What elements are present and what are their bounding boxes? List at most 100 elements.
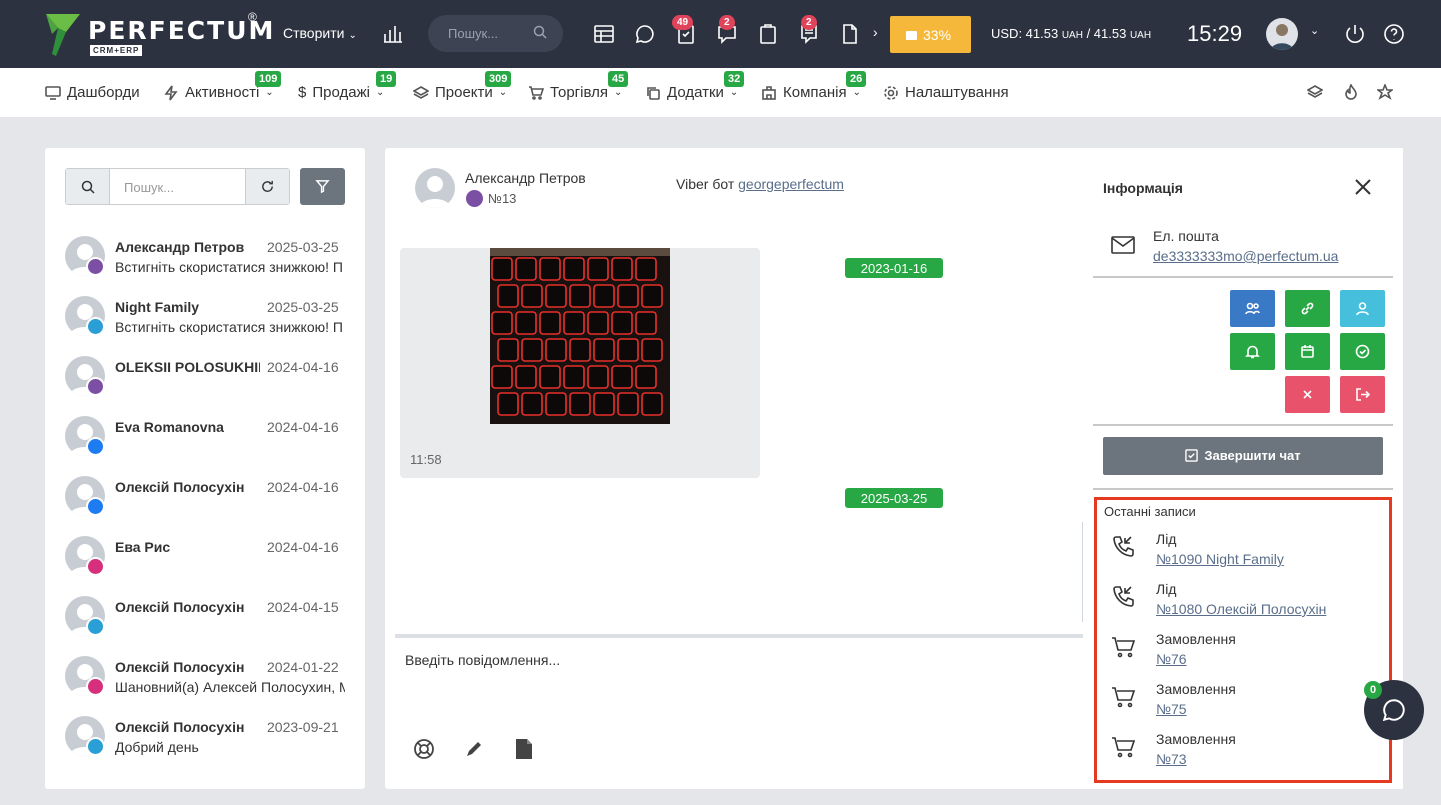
nav-settings[interactable]: Налаштування bbox=[883, 84, 1009, 101]
record-link[interactable]: №1090 Night Family bbox=[1156, 551, 1284, 567]
record-link[interactable]: №1080 Олексій Полосухін bbox=[1156, 601, 1326, 617]
contact-button[interactable] bbox=[1340, 290, 1385, 327]
document-icon[interactable] bbox=[838, 22, 862, 46]
check-button[interactable] bbox=[1340, 333, 1385, 370]
image-message[interactable]: 11:58 bbox=[400, 248, 760, 478]
chat-list-item[interactable]: Олексій Полосухін 2024-04-16 bbox=[65, 476, 355, 536]
lifebuoy-icon[interactable] bbox=[413, 738, 435, 765]
table-icon[interactable] bbox=[592, 22, 616, 46]
keyboard-image[interactable] bbox=[490, 248, 670, 424]
progress-label: 33% bbox=[923, 27, 952, 43]
remove-button[interactable] bbox=[1285, 376, 1330, 413]
telegram-icon bbox=[86, 317, 105, 336]
help-icon[interactable] bbox=[1382, 22, 1406, 46]
user-avatar[interactable] bbox=[1266, 18, 1298, 50]
gear-icon bbox=[884, 85, 898, 100]
chevron-down-icon: ⌄ bbox=[375, 87, 385, 98]
date-badge: 2023-01-16 bbox=[845, 258, 943, 278]
chat-list-item[interactable]: Eva Romanovna 2024-04-16 bbox=[65, 416, 355, 476]
global-search-input[interactable]: Пошук... bbox=[428, 15, 563, 52]
calendar-button[interactable] bbox=[1285, 333, 1330, 370]
nav-trade[interactable]: Торгівля ⌄ bbox=[528, 84, 622, 101]
chat-bubble-icon[interactable] bbox=[633, 22, 657, 46]
chat-list-item[interactable]: Олексій Полосухін 2024-04-15 bbox=[65, 596, 355, 656]
star-icon[interactable] bbox=[1377, 84, 1393, 100]
record-link[interactable]: №73 bbox=[1156, 751, 1187, 767]
contact-name: Александр Петров bbox=[465, 170, 586, 186]
filter-icon bbox=[315, 180, 330, 194]
finish-chat-button[interactable]: Завершити чат bbox=[1103, 437, 1383, 475]
chat-list-item[interactable]: Олексій Полосухін 2023-09-21 Добрий день bbox=[65, 716, 355, 776]
bot-link[interactable]: georgeperfectum bbox=[738, 176, 844, 192]
viber-icon bbox=[466, 190, 483, 207]
pencil-icon[interactable] bbox=[464, 739, 484, 764]
clipboard-icon[interactable] bbox=[756, 22, 780, 46]
bolt-icon bbox=[164, 85, 178, 100]
layers-icon[interactable] bbox=[1307, 84, 1323, 100]
messages-badge: 2 bbox=[719, 15, 735, 30]
chat-list-item[interactable]: Олексій Полосухін 2024-01-22 Шановний(а) А… bbox=[65, 656, 355, 716]
nav-addons[interactable]: Додатки ⌄ bbox=[645, 84, 738, 101]
logo[interactable]: PERFECTUM ® CRM+ERP bbox=[44, 10, 273, 60]
nav-label: Продажі bbox=[312, 84, 370, 101]
chat-bubble-icon bbox=[1382, 699, 1405, 722]
check-circle-icon bbox=[1355, 344, 1370, 359]
cart-icon bbox=[1112, 737, 1136, 758]
chat-preview: Добрий день bbox=[115, 739, 199, 755]
chat-preview: Встигніть скористатися знижкою! П bbox=[115, 319, 343, 335]
chevron-right-icon[interactable]: › bbox=[873, 24, 878, 40]
reminder-button[interactable] bbox=[1230, 333, 1275, 370]
message-input[interactable]: Введіть повідомлення... bbox=[395, 640, 1083, 720]
chat-list-item[interactable]: OLEKSII POLOSUKHIN 2024-04-16 bbox=[65, 356, 355, 416]
nav-sales[interactable]: $ Продажі ⌄ bbox=[298, 84, 384, 101]
chat-preview: Шановний(а) Алексей Полосухин, М bbox=[115, 679, 345, 695]
close-icon[interactable] bbox=[1354, 178, 1372, 201]
close-icon bbox=[1303, 390, 1312, 399]
sales-badge: 19 bbox=[376, 71, 397, 87]
calendar-icon bbox=[1301, 345, 1314, 358]
person-icon bbox=[1356, 302, 1369, 316]
chevron-down-icon: ⌄ bbox=[498, 87, 508, 98]
power-icon[interactable] bbox=[1343, 22, 1367, 46]
cart-icon bbox=[529, 85, 544, 100]
addons-badge: 32 bbox=[724, 71, 745, 87]
tasks-badge: 49 bbox=[672, 15, 694, 30]
file-icon[interactable] bbox=[515, 738, 533, 765]
search-icon bbox=[533, 25, 547, 39]
chat-date: 2023-09-21 bbox=[267, 719, 339, 735]
nav-dashboards[interactable]: Дашборди bbox=[45, 84, 140, 101]
chat-search-input[interactable]: Пошук... bbox=[65, 168, 290, 205]
refresh-button[interactable] bbox=[245, 169, 289, 204]
contact-number: №13 bbox=[488, 191, 517, 206]
chat-list-item[interactable]: Ева Рис 2024-04-16 bbox=[65, 536, 355, 596]
global-search-placeholder: Пошук... bbox=[448, 26, 499, 41]
building-icon bbox=[762, 85, 776, 100]
users-button[interactable] bbox=[1230, 290, 1275, 327]
create-menu[interactable]: Створити ⌄ bbox=[283, 25, 357, 41]
checkbox-icon bbox=[1185, 449, 1199, 462]
chat-list-item[interactable]: Александр Петров 2025-03-25 Встигніть скор… bbox=[65, 236, 355, 296]
company-badge: 26 bbox=[846, 71, 867, 87]
email-link[interactable]: de3333333mo@perfectum.ua bbox=[1153, 248, 1338, 264]
record-link[interactable]: №76 bbox=[1156, 651, 1187, 667]
nav-label: Торгівля bbox=[550, 84, 608, 101]
nav-company[interactable]: Компанія ⌄ bbox=[761, 84, 861, 101]
bell-icon bbox=[1245, 345, 1260, 359]
chevron-down-icon[interactable]: ⌄ bbox=[1310, 24, 1319, 37]
record-link[interactable]: №75 bbox=[1156, 701, 1187, 717]
currency-unit: UAH bbox=[1129, 30, 1152, 41]
chat-name: Олексій Полосухін bbox=[115, 719, 245, 735]
currency-unit: UAH bbox=[1061, 30, 1083, 41]
cart-icon bbox=[1112, 687, 1136, 708]
link-button[interactable] bbox=[1285, 290, 1330, 327]
progress-button[interactable]: 33% bbox=[890, 16, 971, 53]
record-type: Замовлення bbox=[1156, 731, 1236, 747]
chat-list-item[interactable]: Night Family 2025-03-25 Встигніть скориста… bbox=[65, 296, 355, 356]
fire-icon[interactable] bbox=[1343, 84, 1359, 100]
exit-button[interactable] bbox=[1340, 376, 1385, 413]
bot-info: Viber бот georgeperfectum bbox=[676, 176, 844, 192]
notes-badge: 2 bbox=[801, 15, 817, 30]
filter-button[interactable] bbox=[300, 168, 345, 205]
record-type: Замовлення bbox=[1156, 631, 1236, 647]
chart-bars-icon[interactable] bbox=[381, 22, 405, 46]
